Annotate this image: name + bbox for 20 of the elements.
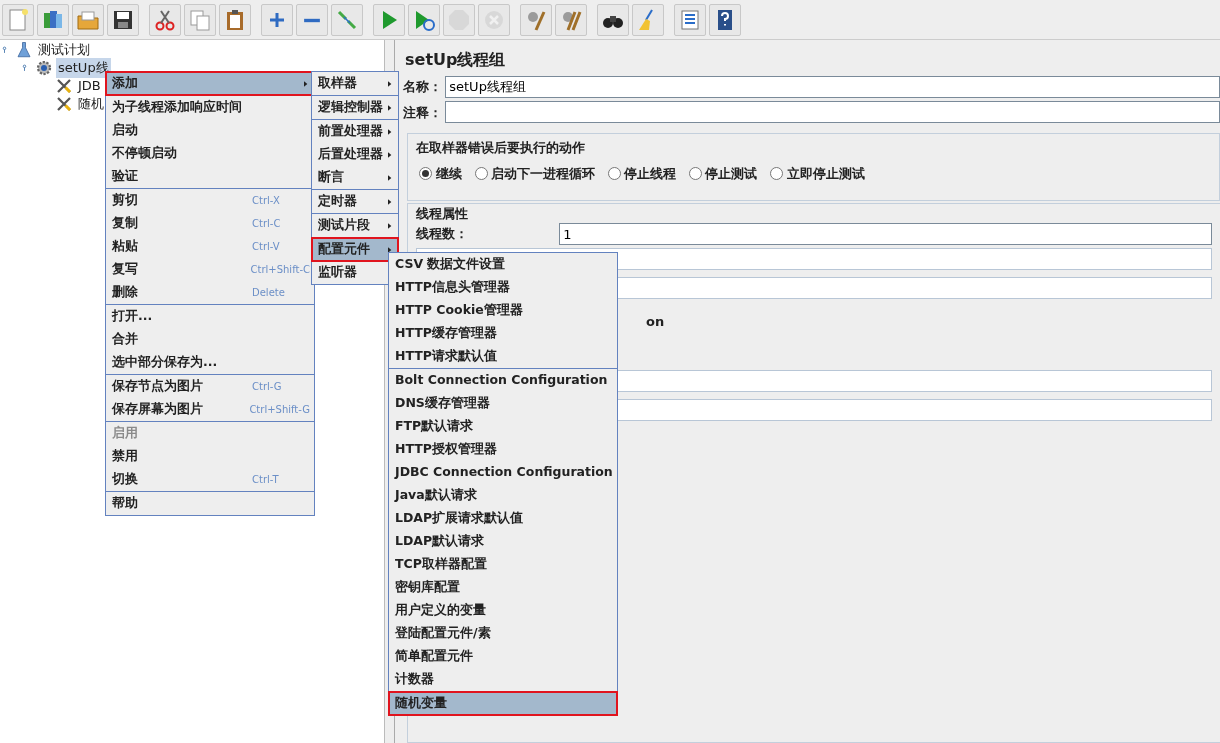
radio-label: 启动下一进程循环 bbox=[490, 164, 595, 183]
panel-title: setUp线程组 bbox=[405, 49, 507, 71]
shortcut-label: Ctrl-X bbox=[251, 194, 281, 208]
radio-label: 立即停止测试 bbox=[786, 164, 865, 183]
shortcut-label: Ctrl+Shift-C bbox=[249, 263, 310, 277]
shortcut-label: Delete bbox=[251, 286, 286, 300]
shortcut-label: Ctrl+Shift-G bbox=[248, 403, 310, 417]
fieldset-legend: 在取样器错误后要执行的动作 bbox=[416, 137, 1211, 157]
shortcut-label: Ctrl-C bbox=[251, 217, 282, 231]
shortcut-label: Ctrl-T bbox=[251, 473, 280, 487]
radio-label: 停止线程 bbox=[624, 164, 676, 183]
shortcut-label: Ctrl-V bbox=[251, 240, 281, 254]
radio-label: 停止测试 bbox=[705, 164, 758, 183]
radio-label: 继续 bbox=[435, 164, 462, 183]
checkbox-label: on bbox=[646, 312, 665, 331]
fieldset-legend: 线程属性 bbox=[416, 203, 1212, 223]
field-label: 名称： bbox=[403, 78, 442, 97]
field-label: 注释： bbox=[403, 103, 442, 122]
field-label: 线程数： bbox=[416, 225, 469, 244]
shortcut-label: Ctrl-G bbox=[251, 380, 283, 394]
